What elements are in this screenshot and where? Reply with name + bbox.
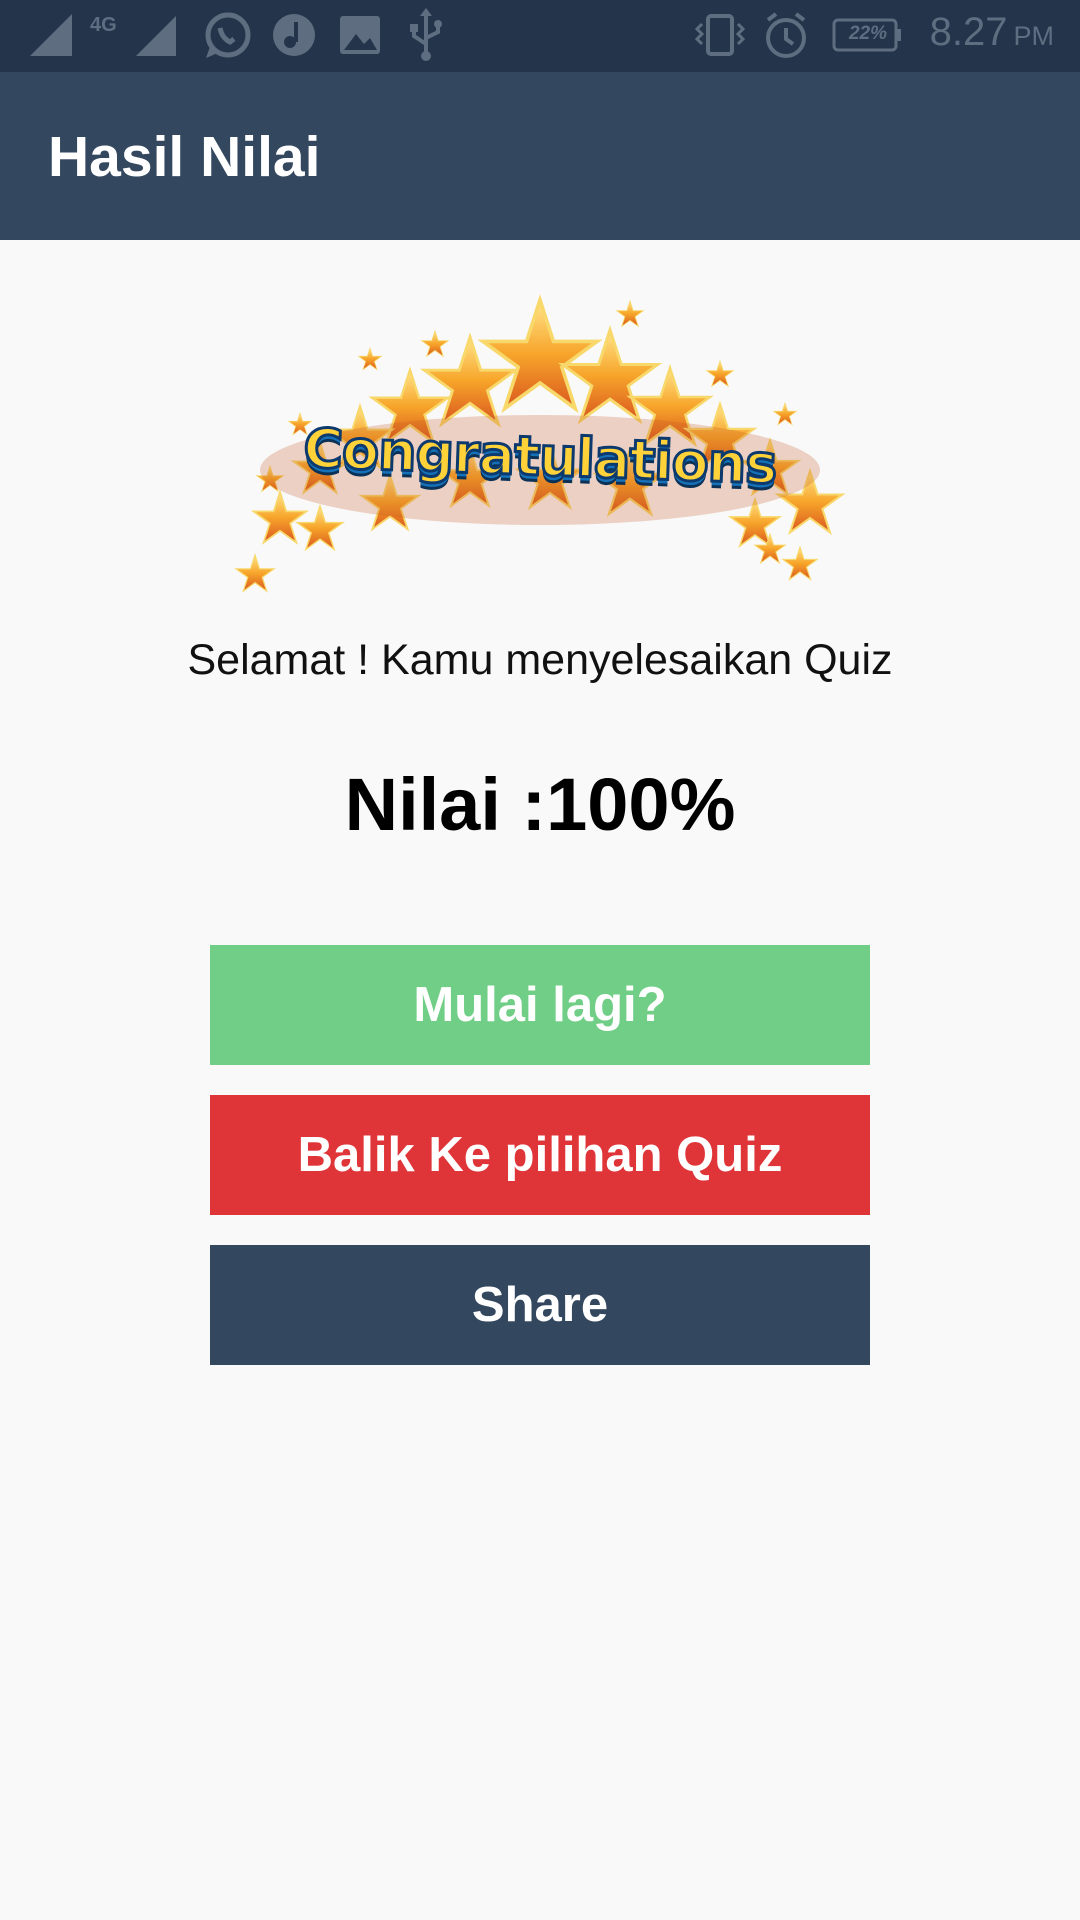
completion-message: Selamat ! Kamu menyelesaikan Quiz	[187, 636, 893, 684]
page-title: Hasil Nilai	[48, 125, 321, 189]
status-time: 8.27 PM	[929, 10, 1054, 54]
network-type-label: 4G	[90, 14, 117, 36]
share-button[interactable]: Share	[210, 1245, 870, 1365]
battery-percent: 22%	[848, 23, 888, 44]
alarm-icon	[766, 12, 806, 58]
signal-icon	[136, 16, 176, 56]
app-bar: Hasil Nilai	[0, 72, 1080, 240]
gallery-icon	[340, 16, 380, 54]
whatsapp-icon	[205, 12, 251, 58]
status-bar: 4G 22% 8.27 PM	[0, 0, 1080, 72]
restart-button[interactable]: Mulai lagi?	[210, 945, 870, 1065]
music-icon	[273, 14, 315, 56]
congratulations-banner: Congratulations	[210, 290, 870, 610]
usb-icon	[410, 8, 442, 61]
vibrate-icon	[694, 14, 746, 56]
back-to-quiz-list-button[interactable]: Balik Ke pilihan Quiz	[210, 1095, 870, 1215]
signal-icon	[30, 14, 72, 56]
score-label: Nilai :100%	[344, 763, 736, 846]
